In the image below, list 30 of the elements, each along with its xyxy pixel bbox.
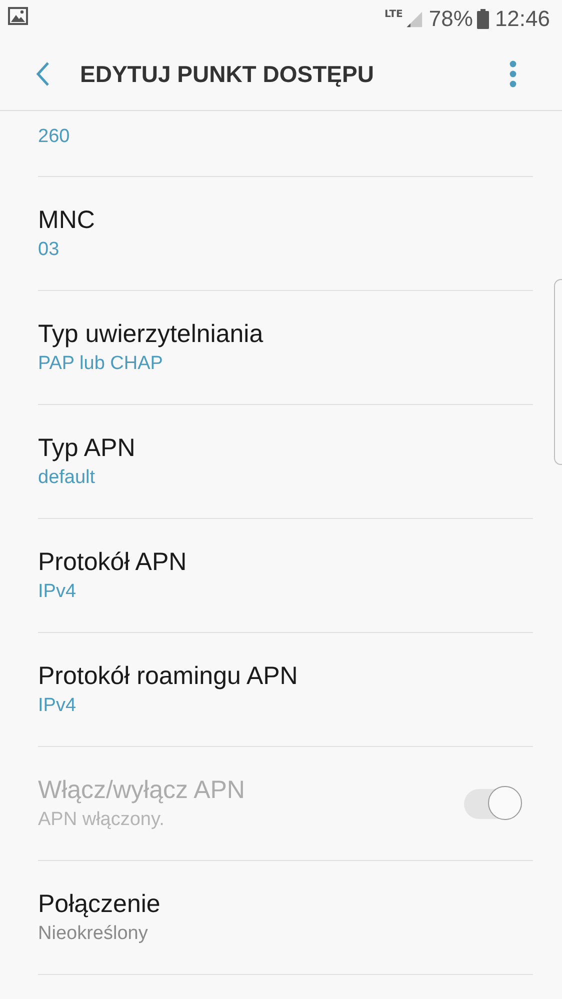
setting-title: MNC: [38, 204, 95, 236]
battery-icon: [476, 9, 489, 29]
setting-value: Nieokreślony: [38, 922, 148, 946]
battery-level: 78%: [428, 6, 473, 32]
setting-title: Protokół roamingu APN: [38, 660, 298, 692]
setting-title: Typ APN: [38, 432, 136, 464]
picture-icon: [8, 7, 28, 25]
signal-icon: [404, 10, 423, 28]
setting-title: Włącz/wyłącz APN: [38, 774, 245, 806]
more-icon: [509, 60, 517, 88]
setting-row[interactable]: Połączenie Nieokreślony: [38, 861, 533, 975]
setting-row[interactable]: Typ uwierzytelniania PAP lub CHAP: [38, 291, 533, 405]
setting-value: APN włączony.: [38, 808, 164, 832]
setting-value: 03: [38, 238, 60, 262]
setting-value: IPv4: [38, 694, 76, 718]
setting-value: default: [38, 466, 96, 490]
setting-title: Protokół APN: [38, 546, 187, 578]
setting-row[interactable]: Protokół APN IPv4: [38, 519, 533, 633]
setting-value: PAP lub CHAP: [38, 352, 163, 376]
setting-title: Połączenie: [38, 888, 160, 920]
network-type: LTE: [384, 8, 403, 20]
setting-row[interactable]: Typ APN default: [38, 405, 533, 519]
setting-row[interactable]: Protokół roamingu APN IPv4: [38, 633, 533, 747]
screen-title: EDYTUJ PUNKT DOSTĘPU: [80, 60, 375, 88]
back-icon: [36, 61, 50, 87]
clock: 12:46: [494, 6, 550, 32]
setting-value: 260: [38, 126, 70, 147]
setting-row[interactable]: MNC 03: [38, 177, 533, 291]
setting-value: IPv4: [38, 580, 76, 604]
setting-title: Typ uwierzytelniania: [38, 318, 264, 350]
